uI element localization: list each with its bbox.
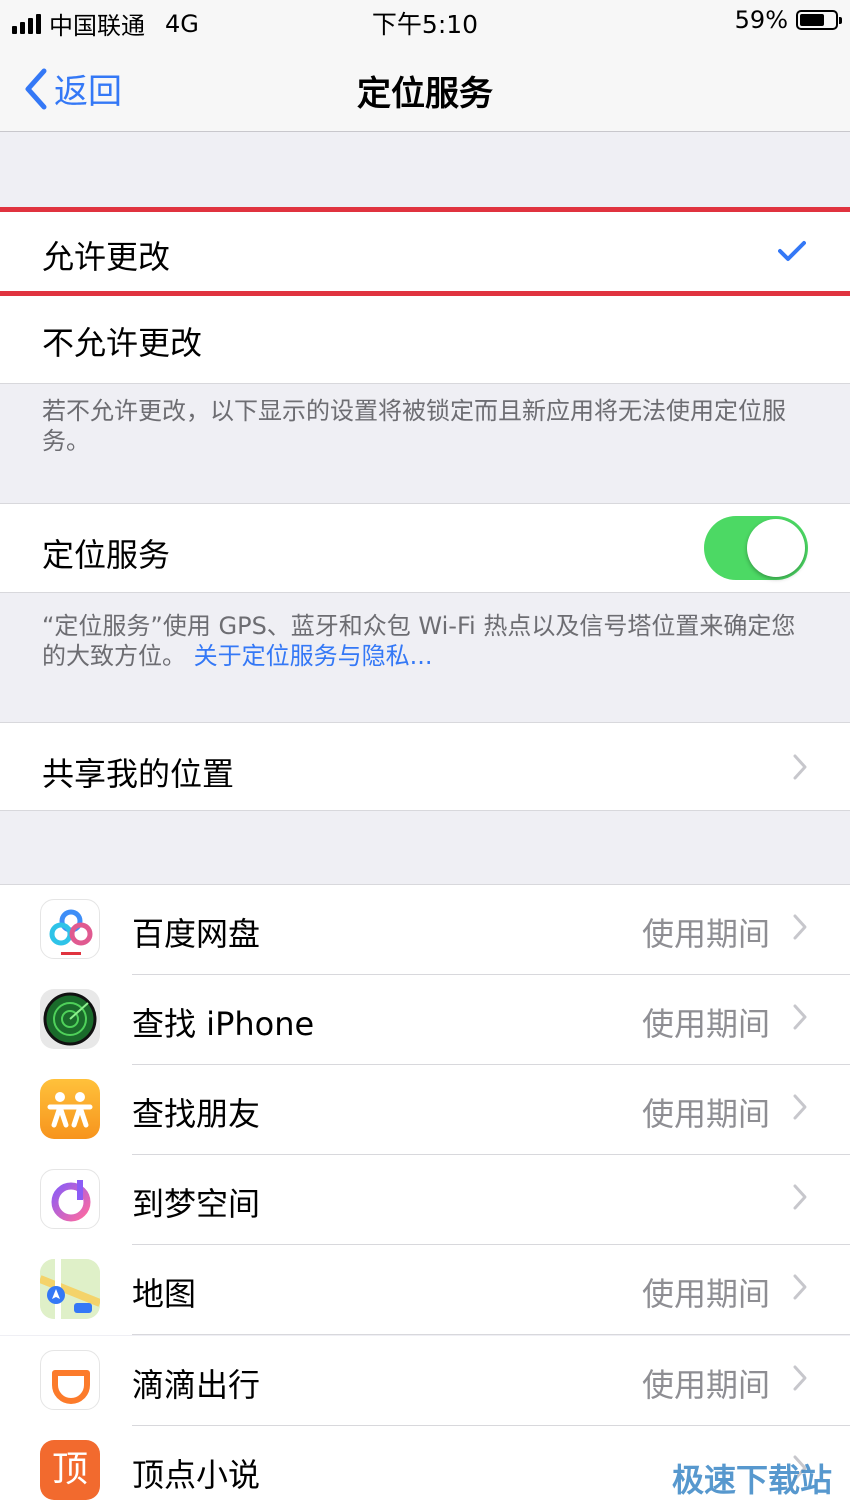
app-status: 使用期间	[641, 1275, 770, 1313]
app-row-maps[interactable]: 地图 使用期间	[0, 1245, 850, 1335]
location-services-row: 定位服务	[0, 503, 850, 593]
app-status: 使用期间	[641, 1095, 770, 1133]
app-status: 使用期间	[641, 1366, 770, 1404]
allow-changes-row[interactable]: 允许更改	[0, 207, 850, 296]
maps-icon	[40, 1259, 100, 1319]
navigation-bar: 返回 定位服务	[0, 44, 850, 132]
daomeng-icon	[40, 1169, 100, 1229]
app-row-find-iphone[interactable]: 查找 iPhone 使用期间	[0, 975, 850, 1065]
app-row-baidu[interactable]: 百度网盘 使用期间	[0, 884, 850, 975]
app-name: 顶点小说	[132, 1456, 261, 1494]
app-row-didi[interactable]: 滴滴出行 使用期间	[0, 1336, 850, 1426]
find-friends-icon	[40, 1079, 100, 1139]
dingdian-icon-text: 顶	[51, 1449, 88, 1490]
didi-icon	[40, 1350, 100, 1410]
baidu-netdisk-icon	[40, 899, 100, 959]
chevron-right-icon	[793, 1184, 807, 1210]
chevron-right-icon	[793, 1365, 807, 1391]
app-name: 查找 iPhone	[132, 1005, 315, 1043]
app-name: 地图	[132, 1275, 197, 1313]
find-iphone-icon	[40, 989, 100, 1049]
chevron-right-icon	[793, 754, 807, 780]
page-title: 定位服务	[357, 74, 493, 114]
restriction-footer: 若不允许更改，以下显示的设置将被锁定而且新应用将无法使用定位服务。	[42, 397, 786, 455]
checkmark-icon	[778, 241, 806, 261]
app-status: 使用期间	[641, 1005, 770, 1043]
app-row-daomeng[interactable]: 到梦空间	[0, 1155, 850, 1245]
disallow-changes-row[interactable]: 不允许更改	[0, 296, 850, 384]
app-row-find-friends[interactable]: 查找朋友 使用期间	[0, 1065, 850, 1155]
status-bar: 中国联通 4G 下午5:10 59%	[0, 0, 850, 44]
location-services-label: 定位服务	[42, 536, 171, 574]
share-location-label: 共享我的位置	[42, 755, 235, 793]
chevron-right-icon	[793, 1094, 807, 1120]
app-name: 查找朋友	[132, 1095, 261, 1133]
disallow-changes-label: 不允许更改	[42, 324, 203, 362]
app-status: 使用期间	[641, 915, 770, 953]
battery-percent: 59%	[734, 6, 788, 34]
chevron-right-icon	[793, 1004, 807, 1030]
privacy-link[interactable]: 关于定位服务与隐私...	[194, 642, 433, 670]
app-name: 滴滴出行	[132, 1366, 261, 1404]
watermark: 极速下载站	[671, 1461, 832, 1499]
chevron-right-icon	[793, 1274, 807, 1300]
status-right: 59%	[734, 6, 842, 34]
share-location-row[interactable]: 共享我的位置	[0, 722, 850, 811]
location-services-footer: “定位服务”使用 GPS、蓝牙和众包 Wi-Fi 热点以及信号塔位置来确定您的大…	[42, 611, 812, 671]
allow-changes-label: 允许更改	[42, 238, 171, 276]
status-time: 下午5:10	[371, 10, 479, 39]
location-services-toggle[interactable]	[704, 516, 808, 580]
app-name: 百度网盘	[132, 915, 261, 953]
dingdian-icon: 顶	[40, 1440, 100, 1500]
app-name: 到梦空间	[132, 1185, 261, 1223]
battery-icon	[796, 10, 842, 30]
chevron-right-icon	[793, 914, 807, 940]
toggle-knob	[747, 519, 805, 577]
